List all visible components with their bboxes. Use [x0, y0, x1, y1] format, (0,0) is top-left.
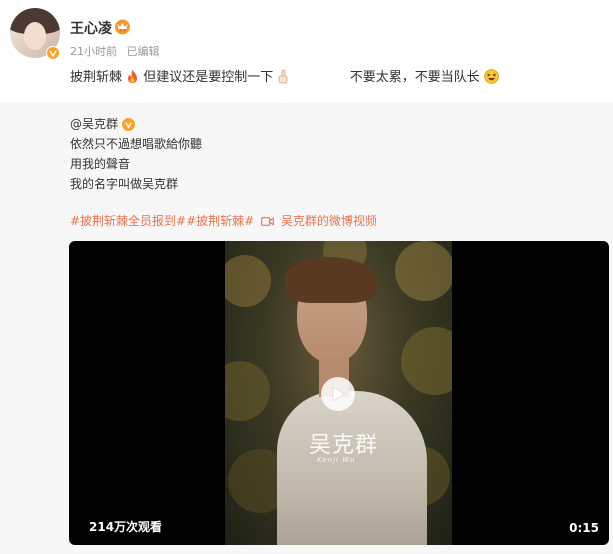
post-meta: 21小时前 已编辑	[70, 43, 166, 59]
video-watermark-subtitle: Kenji Wu	[317, 456, 356, 464]
repost-line: 用我的聲音	[70, 157, 131, 171]
play-button[interactable]	[321, 377, 355, 411]
laugh-icon	[484, 69, 499, 84]
author-name[interactable]: 王心凌	[70, 18, 112, 38]
tags-row: #披荆斩棘全员报到##披荆斩棘# 吴克群的微博视频	[70, 212, 377, 229]
avatar-face	[24, 22, 46, 50]
post-text: 披荆斩棘 但建议还是要控制一下 不要太累，不要当队长	[70, 66, 499, 85]
repost-line: 依然只不過想唱歌給你聽	[70, 137, 203, 151]
post-header: 王心凌 21小时前 已编辑 披荆斩棘 但建议还是要控制一下 不要太累，不要当队长	[0, 0, 613, 100]
verified-icon	[46, 46, 60, 60]
person-hair	[285, 257, 377, 303]
crown-icon	[115, 19, 130, 35]
video-watermark-title: 吴克群	[309, 433, 379, 458]
view-count: 214万次观看	[89, 520, 163, 534]
play-icon	[332, 386, 345, 402]
video-link[interactable]: 吴克群的微博视频	[281, 214, 377, 228]
post-text-part1: 披荆斩棘	[70, 70, 123, 85]
person-body	[277, 391, 427, 545]
hashtag-links[interactable]: #披荆斩棘全员报到##披荆斩棘#	[70, 214, 254, 228]
fire-icon	[128, 70, 138, 83]
mention-row: @吴克群	[70, 114, 202, 134]
finger-up-icon	[279, 69, 288, 84]
video-duration: 0:15	[569, 521, 599, 535]
repost-line: 我的名字叫做吴克群	[70, 177, 179, 191]
mention-link[interactable]: @吴克群	[70, 114, 118, 134]
weibo-post: 王心凌 21小时前 已编辑 披荆斩棘 但建议还是要控制一下 不要太累，不要当队长	[0, 0, 613, 554]
video-thumbnail[interactable]: 吴克群 Kenji Wu	[225, 241, 452, 545]
post-text-part2: 但建议还是要控制一下	[143, 70, 274, 85]
video-camera-icon	[261, 217, 274, 226]
repost-card: @吴克群 依然只不過想唱歌給你聽 用我的聲音 我的名字叫做吴克群 #披荆斩棘全员…	[0, 102, 613, 554]
video-player[interactable]: 吴克群 Kenji Wu 214万次观看 0:15	[69, 241, 609, 545]
verified-icon	[122, 117, 136, 131]
repost-text: @吴克群 依然只不過想唱歌給你聽 用我的聲音 我的名字叫做吴克群	[70, 114, 202, 194]
post-time[interactable]: 21小时前	[70, 45, 117, 58]
post-text-part3: 不要太累，不要当队长	[349, 70, 480, 85]
edited-label: 已编辑	[126, 45, 160, 58]
